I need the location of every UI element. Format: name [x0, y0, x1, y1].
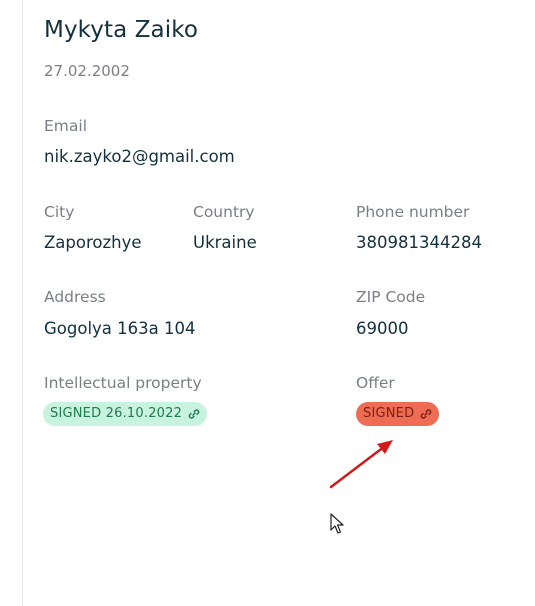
profile-name: Mykyta Zaiko	[44, 17, 199, 43]
city-value: Zaporozhye	[44, 233, 142, 252]
address-label: Address	[44, 288, 106, 306]
city-label: City	[44, 203, 75, 221]
ip-label: Intellectual property	[44, 374, 202, 392]
offer-status-badge[interactable]: SIGNED	[356, 402, 440, 426]
email-value: nik.zayko2@gmail.com	[44, 147, 235, 166]
panel-divider	[22, 0, 23, 606]
link-icon	[420, 408, 432, 420]
birth-date: 27.02.2002	[44, 62, 130, 80]
country-label: Country	[193, 203, 255, 221]
phone-value: 380981344284	[356, 233, 482, 252]
phone-label: Phone number	[356, 203, 470, 221]
annotation-arrow-icon	[329, 440, 393, 489]
zip-value: 69000	[356, 319, 409, 338]
offer-status-text: SIGNED	[363, 406, 415, 421]
country-value: Ukraine	[193, 233, 257, 252]
mouse-cursor-icon	[330, 513, 344, 534]
link-icon	[188, 408, 200, 420]
offer-label: Offer	[356, 374, 395, 392]
ip-status-text: SIGNED 26.10.2022	[50, 406, 183, 421]
ip-status-badge[interactable]: SIGNED 26.10.2022	[43, 402, 208, 426]
email-label: Email	[44, 117, 88, 135]
zip-label: ZIP Code	[356, 288, 426, 306]
address-value: Gogolya 163a 104	[44, 319, 196, 338]
profile-page: Mykyta Zaiko 27.02.2002 Email nik.zayko2…	[0, 0, 535, 606]
